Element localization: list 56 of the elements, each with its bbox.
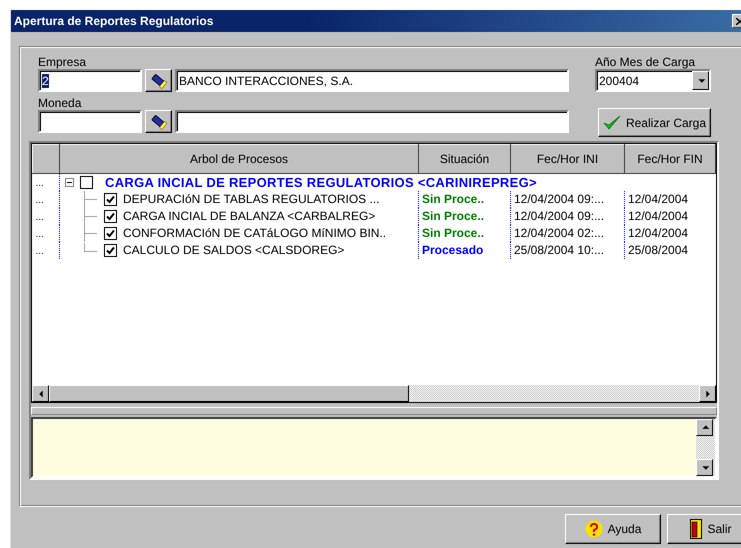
input-field[interactable]: [175, 110, 569, 133]
horizontal-scrollbar[interactable]: [32, 385, 716, 402]
flashlight-icon: [150, 114, 168, 130]
checkmark-icon: [602, 114, 621, 130]
field-label: Moneda: [38, 96, 82, 110]
tree-node-label[interactable]: DEPURACIóN DE TABLAS REGULATORIOS ...: [123, 192, 380, 206]
collapse-icon[interactable]: [65, 178, 74, 187]
column-header[interactable]: Fec/Hor INI: [510, 144, 624, 174]
status-text: Sin Proce..: [422, 209, 484, 223]
table-cell: 25/08/2004 10:...: [514, 243, 604, 257]
table-cell: 12/04/2004 09:...: [514, 209, 604, 223]
field-label: Empresa: [38, 55, 88, 69]
splitter-bar[interactable]: [31, 407, 717, 415]
lookup-button[interactable]: [145, 69, 172, 92]
table-cell: 12/04/2004: [628, 192, 688, 206]
row-marker: ...: [36, 178, 44, 190]
selected-text: 2: [42, 74, 49, 88]
tree-node-label[interactable]: CONFORMACIóN DE CATáLOGO MíNIMO BIN..: [123, 226, 386, 240]
vertical-scrollbar[interactable]: [696, 419, 715, 476]
checkbox[interactable]: [104, 244, 117, 256]
column-header[interactable]: Fec/Hor FIN: [624, 144, 716, 174]
checkbox[interactable]: [80, 176, 93, 189]
tree-node-label[interactable]: CARGA INCIAL DE BALANZA <CARBALREG>: [123, 209, 376, 223]
checkbox[interactable]: [104, 210, 117, 222]
input-field[interactable]: BANCO INTERACCIONES, S.A.: [175, 69, 569, 92]
status-text: Sin Proce..: [422, 192, 484, 206]
table-cell: 12/04/2004: [628, 226, 688, 240]
window-title: Apertura de Reportes Regulatorios: [14, 14, 214, 28]
help-button[interactable]: Ayuda: [565, 514, 661, 544]
input-field[interactable]: [38, 110, 142, 133]
lookup-button[interactable]: [145, 110, 172, 133]
load-button[interactable]: Realizar Carga: [598, 108, 711, 137]
tree-node-label[interactable]: CALCULO DE SALDOS <CALSDOREG>: [123, 243, 344, 257]
status-text: Sin Proce..: [422, 226, 484, 240]
row-marker: ...: [36, 246, 44, 257]
column-header[interactable]: Arbol de Procesos: [60, 144, 418, 174]
row-marker: ...: [36, 212, 44, 223]
input-field[interactable]: 2: [38, 69, 142, 92]
table-cell: 12/04/2004 09:...: [514, 192, 604, 206]
table-cell: 25/08/2004: [628, 243, 688, 257]
door-icon: [690, 519, 702, 539]
row-marker: ...: [36, 195, 44, 206]
table-cell: 12/04/2004 02:...: [514, 226, 604, 240]
help-icon: [584, 520, 603, 538]
message-area[interactable]: [31, 417, 717, 478]
checkbox[interactable]: [104, 192, 117, 206]
exit-button[interactable]: Salir: [667, 514, 741, 544]
status-text: Procesado: [422, 243, 484, 257]
field-label: Año Mes de Carga: [595, 55, 696, 69]
checkbox[interactable]: [104, 226, 117, 240]
period-dropdown[interactable]: 200404: [595, 69, 711, 92]
flashlight-icon: [150, 72, 168, 88]
row-marker: ...: [36, 229, 44, 240]
column-header[interactable]: Situación: [418, 144, 510, 174]
tree-node-label[interactable]: CARGA INCIAL DE REPORTES REGULATORIOS <CARINIREPREG>: [105, 174, 537, 190]
table-cell: 12/04/2004: [628, 209, 688, 223]
